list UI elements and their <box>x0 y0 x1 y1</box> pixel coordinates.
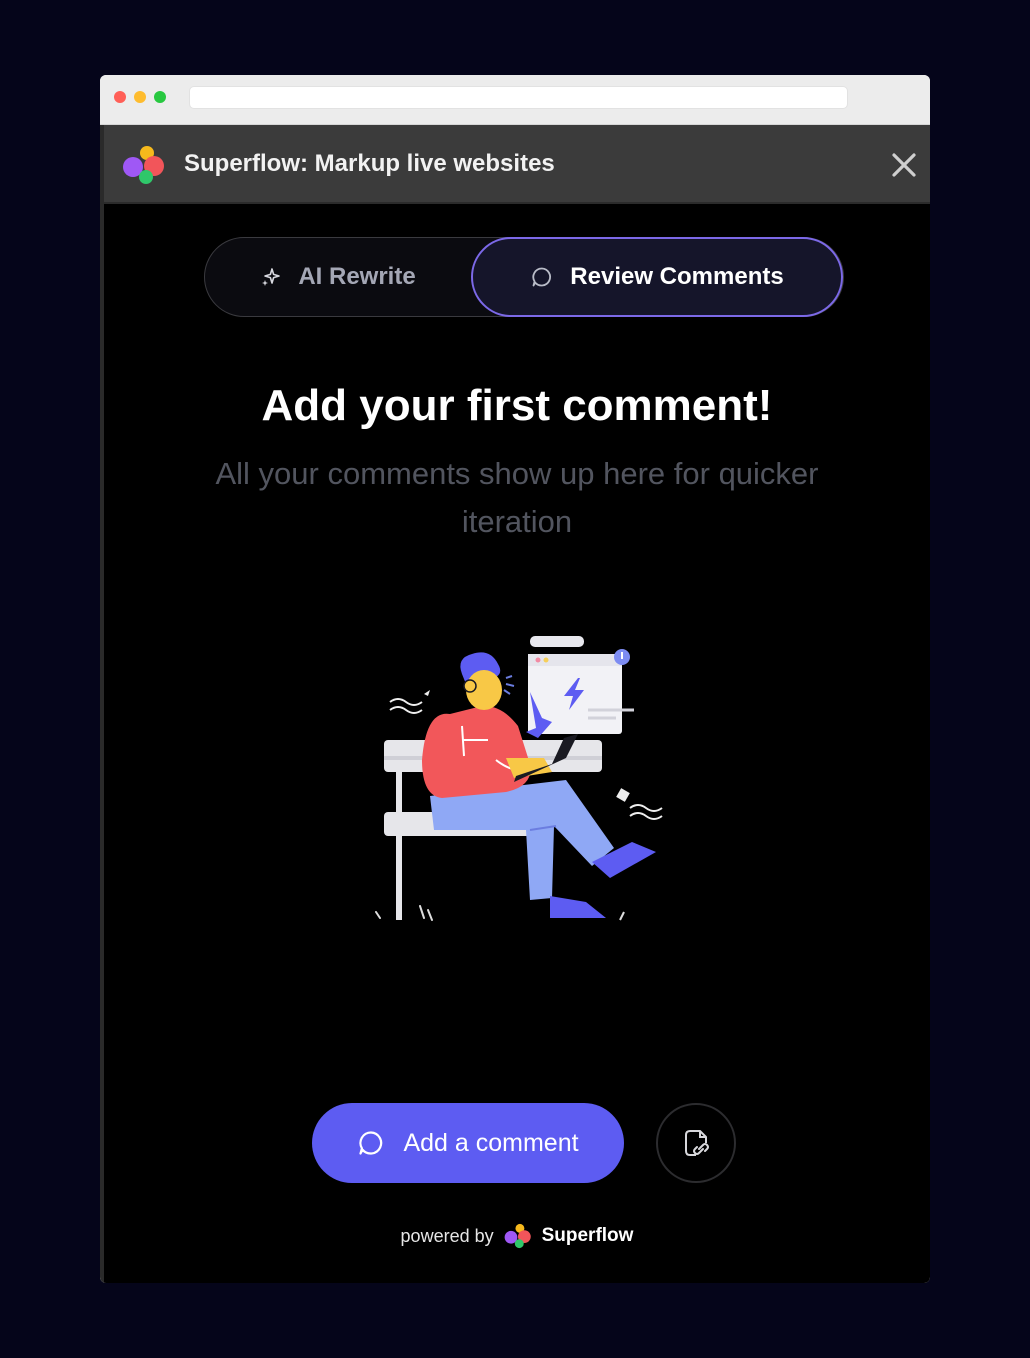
browser-toolbar <box>100 75 930 125</box>
share-link-button[interactable] <box>656 1103 736 1183</box>
tab-ai-rewrite[interactable]: AI Rewrite <box>205 238 471 316</box>
address-bar[interactable] <box>189 86 848 109</box>
window-minimize-dot[interactable] <box>134 91 146 103</box>
comment-bubble-icon <box>359 1131 383 1155</box>
powered-by-text: powered by <box>400 1225 494 1246</box>
powered-by-brand[interactable]: Superflow <box>542 1225 634 1247</box>
empty-state-headline: Add your first comment! <box>261 381 773 430</box>
tab-ai-rewrite-label: AI Rewrite <box>298 263 416 290</box>
close-icon[interactable] <box>890 151 918 179</box>
superflow-logo <box>123 146 164 184</box>
add-comment-label: Add a comment <box>403 1128 579 1157</box>
superflow-panel: Superflow: Markup live websites AI Rewri… <box>104 125 930 1283</box>
panel-header: Superflow: Markup live websites <box>104 125 930 204</box>
file-link-icon <box>685 1130 709 1156</box>
panel-title: Superflow: Markup live websites <box>184 150 555 177</box>
window-close-dot[interactable] <box>114 91 126 103</box>
window-maximize-dot[interactable] <box>154 91 166 103</box>
tab-review-comments-label: Review Comments <box>570 263 784 290</box>
sparkle-icon <box>262 268 281 286</box>
mode-tabs: AI Rewrite Review Comments <box>204 237 844 317</box>
superflow-logo <box>504 1223 531 1249</box>
add-comment-button[interactable]: Add a comment <box>312 1103 624 1183</box>
browser-window: Superflow: Markup live websites AI Rewri… <box>100 75 930 1283</box>
person-on-bench-illustration <box>375 636 663 921</box>
powered-by-footer: powered by Superflow <box>104 1223 930 1249</box>
empty-state-subtext: All your comments show up here for quick… <box>215 456 819 539</box>
comment-bubble-icon <box>532 267 552 287</box>
tab-review-comments[interactable]: Review Comments <box>471 237 843 317</box>
